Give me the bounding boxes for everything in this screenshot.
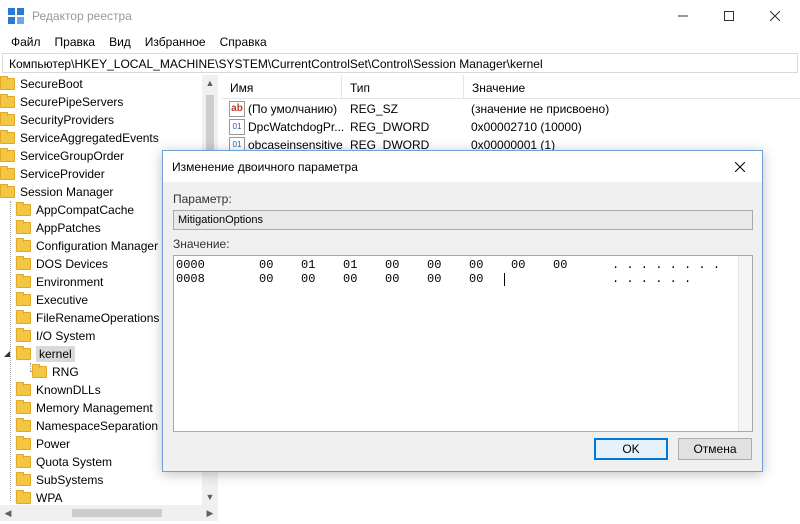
folder-icon bbox=[0, 166, 15, 180]
tree-item-securepipeservers[interactable]: SecurePipeServers bbox=[0, 93, 123, 111]
folder-icon bbox=[16, 220, 31, 234]
dialog-title-bar: Изменение двоичного параметра bbox=[163, 151, 762, 182]
scroll-down-icon[interactable]: ▼ bbox=[202, 489, 218, 505]
ok-button[interactable]: OK bbox=[594, 438, 668, 460]
folder-icon bbox=[0, 94, 15, 108]
window-title: Редактор реестра bbox=[32, 9, 132, 23]
folder-icon bbox=[16, 418, 31, 432]
tree-item-session-manager[interactable]: Session Manager bbox=[0, 183, 113, 201]
tree-item-securityproviders[interactable]: SecurityProviders bbox=[0, 111, 114, 129]
folder-icon bbox=[16, 454, 31, 468]
scroll-right-icon[interactable]: ▶ bbox=[202, 505, 218, 521]
maximize-button[interactable] bbox=[706, 0, 752, 31]
folder-icon bbox=[16, 202, 31, 216]
hex-editor[interactable]: 0000 00 01 01 00 00 00 00 00 . . . . . .… bbox=[173, 255, 753, 432]
folder-icon bbox=[0, 130, 15, 144]
tree-item-filerenameoperations[interactable]: FileRenameOperations bbox=[16, 309, 159, 327]
folder-icon bbox=[0, 184, 15, 198]
tree-item-namespaceseparation[interactable]: NamespaceSeparation bbox=[16, 417, 158, 435]
folder-icon bbox=[16, 436, 31, 450]
tree-item-memory-management[interactable]: Memory Management bbox=[16, 399, 153, 417]
folder-icon bbox=[0, 76, 15, 90]
menu-bar: Файл Правка Вид Избранное Справка bbox=[0, 32, 800, 52]
tree-item-kernel[interactable]: kernel bbox=[4, 345, 75, 363]
tree-item-subsystems[interactable]: SubSystems bbox=[16, 471, 103, 489]
menu-favorites[interactable]: Избранное bbox=[138, 32, 213, 52]
menu-help[interactable]: Справка bbox=[213, 32, 274, 52]
list-row[interactable]: ab (По умолчанию) REG_SZ (значение не пр… bbox=[222, 100, 800, 118]
tree-item-serviceaggregatedevents[interactable]: ServiceAggregatedEvents bbox=[0, 129, 159, 147]
tree-item-quota-system[interactable]: Quota System bbox=[16, 453, 112, 471]
tree-item-executive[interactable]: Executive bbox=[16, 291, 88, 309]
list-header: Имя Тип Значение bbox=[222, 75, 800, 99]
hex-scrollbar[interactable] bbox=[738, 256, 752, 431]
tree-item-serviceprovider[interactable]: ServiceProvider bbox=[0, 165, 105, 183]
hex-row: 0000 00 01 01 00 00 00 00 00 . . . . . .… bbox=[176, 258, 721, 272]
binary-value-icon: 01 bbox=[229, 119, 245, 135]
folder-icon bbox=[32, 364, 47, 378]
folder-icon bbox=[16, 490, 31, 504]
minimize-button[interactable] bbox=[660, 0, 706, 31]
tree-connector bbox=[30, 363, 31, 371]
tree-item-appcompatcache[interactable]: AppCompatCache bbox=[16, 201, 134, 219]
folder-icon bbox=[16, 346, 31, 360]
column-type[interactable]: Тип bbox=[342, 75, 464, 99]
address-bar[interactable]: Компьютер\HKEY_LOCAL_MACHINE\SYSTEM\Curr… bbox=[2, 53, 798, 73]
cancel-button[interactable]: Отмена bbox=[678, 438, 752, 460]
folder-icon bbox=[16, 400, 31, 414]
close-button[interactable] bbox=[752, 0, 798, 31]
column-value[interactable]: Значение bbox=[464, 75, 800, 99]
folder-icon bbox=[16, 256, 31, 270]
column-name[interactable]: Имя bbox=[222, 75, 342, 99]
scroll-left-icon[interactable]: ◀ bbox=[0, 505, 16, 521]
menu-edit[interactable]: Правка bbox=[48, 32, 103, 52]
close-icon bbox=[770, 10, 780, 21]
tree-item-power[interactable]: Power bbox=[16, 435, 70, 453]
tree-item-apppatches[interactable]: AppPatches bbox=[16, 219, 101, 237]
folder-icon bbox=[16, 472, 31, 486]
menu-file[interactable]: Файл bbox=[4, 32, 48, 52]
folder-icon bbox=[0, 148, 15, 162]
dialog-title: Изменение двоичного параметра bbox=[172, 160, 358, 174]
registry-editor-icon bbox=[8, 8, 24, 24]
tree-item-wpa[interactable]: WPA bbox=[16, 489, 62, 505]
minimize-icon bbox=[678, 15, 688, 16]
folder-icon bbox=[16, 310, 31, 324]
title-bar: Редактор реестра bbox=[0, 0, 800, 31]
close-icon bbox=[735, 161, 745, 172]
tree-item-rng[interactable]: RNG bbox=[32, 363, 79, 381]
text-caret bbox=[504, 273, 505, 286]
maximize-icon bbox=[724, 10, 734, 21]
tree-item-dos-devices[interactable]: DOS Devices bbox=[16, 255, 108, 273]
folder-icon bbox=[16, 292, 31, 306]
list-row[interactable]: 01 DpcWatchdogPr... REG_DWORD 0x00002710… bbox=[222, 118, 800, 136]
folder-icon bbox=[16, 382, 31, 396]
value-label: Значение: bbox=[173, 237, 230, 251]
param-name-field: MitigationOptions bbox=[173, 210, 753, 230]
param-label: Параметр: bbox=[173, 192, 232, 206]
tree-item-io-system[interactable]: I/O System bbox=[16, 327, 95, 345]
scroll-up-icon[interactable]: ▲ bbox=[202, 75, 218, 91]
edit-binary-dialog: Изменение двоичного параметра Параметр: … bbox=[162, 150, 763, 472]
chevron-down-icon[interactable] bbox=[4, 350, 12, 358]
tree-item-secureboot[interactable]: SecureBoot bbox=[0, 75, 83, 93]
tree-horizontal-scrollbar[interactable]: ◀ ▶ bbox=[0, 505, 218, 521]
scroll-thumb[interactable] bbox=[72, 509, 162, 517]
hex-row: 0008 00 00 00 00 00 00 . . . . . . bbox=[176, 272, 692, 286]
folder-icon bbox=[16, 238, 31, 252]
folder-icon bbox=[0, 112, 15, 126]
tree-item-environment[interactable]: Environment bbox=[16, 273, 103, 291]
tree-item-knowndlls[interactable]: KnownDLLs bbox=[16, 381, 101, 399]
tree-item-servicegrouporder[interactable]: ServiceGroupOrder bbox=[0, 147, 124, 165]
tree-item-configuration-manager[interactable]: Configuration Manager bbox=[16, 237, 158, 255]
menu-view[interactable]: Вид bbox=[102, 32, 138, 52]
dialog-close-button[interactable] bbox=[718, 151, 762, 182]
folder-icon bbox=[16, 274, 31, 288]
string-value-icon: ab bbox=[229, 101, 245, 117]
folder-icon bbox=[16, 328, 31, 342]
